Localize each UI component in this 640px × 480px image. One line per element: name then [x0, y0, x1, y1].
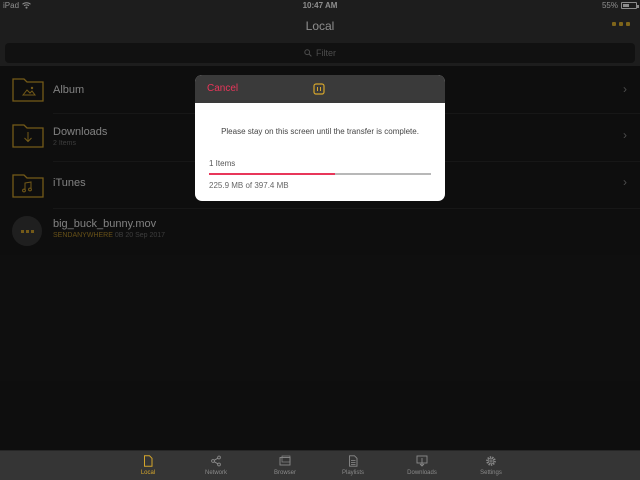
dialog-message: Please stay on this screen until the tra…: [221, 127, 419, 136]
tab-bar: Local Network Browser Playlists Download…: [0, 450, 640, 480]
tab-playlists[interactable]: Playlists: [323, 451, 383, 480]
tab-settings[interactable]: Settings: [461, 451, 521, 480]
transfer-progress-bar: [209, 173, 431, 175]
tab-network[interactable]: Network: [186, 451, 246, 480]
transfer-dialog: Cancel Please stay on this screen until …: [195, 75, 445, 201]
playlist-icon: [349, 455, 358, 467]
download-tray-icon: [416, 455, 428, 467]
tab-label: Local: [140, 470, 156, 476]
tab-downloads[interactable]: Downloads: [392, 451, 452, 480]
tab-label: Playlists: [341, 470, 364, 476]
dialog-header: Cancel: [195, 75, 445, 103]
document-icon: [144, 455, 153, 467]
share-icon: [211, 455, 221, 467]
progress-fill: [209, 173, 336, 175]
gear-icon: [486, 456, 496, 466]
tab-local[interactable]: Local: [118, 451, 178, 480]
modal-overlay: [0, 0, 640, 450]
transfer-size: 225.9 MB of 397.4 MB: [209, 181, 289, 190]
transfer-icon: [313, 83, 325, 95]
tab-browser[interactable]: Browser: [255, 451, 315, 480]
browser-icon: [279, 455, 291, 466]
tab-label: Settings: [480, 470, 502, 476]
items-count: 1 Items: [209, 159, 236, 168]
cancel-button[interactable]: Cancel: [207, 83, 238, 94]
tab-label: Network: [204, 470, 227, 476]
tab-label: Browser: [273, 470, 296, 476]
tab-label: Downloads: [407, 470, 437, 476]
